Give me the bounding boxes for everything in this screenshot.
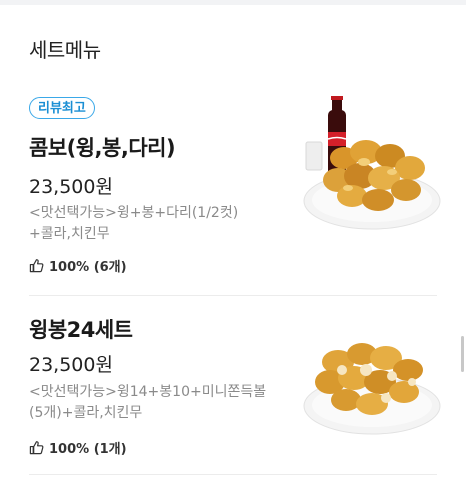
item-divider bbox=[29, 474, 437, 475]
description-line: +콜라,치킨무 bbox=[29, 226, 110, 242]
section-title: 세트메뉴 bbox=[29, 38, 101, 62]
like-rating: 100% (1개) bbox=[29, 438, 127, 457]
like-rating-text: 100% (1개) bbox=[49, 442, 127, 457]
like-rating-text: 100% (6개) bbox=[49, 260, 127, 275]
description-line: (5개)+콜라,치킨무 bbox=[29, 405, 143, 421]
description-line: <맛선택가능>윙14+봉10+미니쫀득볼 bbox=[29, 384, 267, 400]
menu-item-description: <맛선택가능>윙14+봉10+미니쫀득볼 (5개)+콜라,치킨무 bbox=[29, 382, 294, 424]
menu-item-price: 23,500원 bbox=[29, 176, 113, 198]
like-rating: 100% (6개) bbox=[29, 256, 127, 275]
fried-chicken-wings-image bbox=[302, 318, 442, 442]
menu-item-name: 콤보(윙,봉,다리) bbox=[29, 136, 176, 160]
menu-item-description: <맛선택가능>윙+봉+다리(1/2컷) +콜라,치킨무 bbox=[29, 203, 294, 245]
review-best-badge: 리뷰최고 bbox=[29, 97, 95, 119]
thumbs-up-icon bbox=[29, 258, 44, 273]
item-divider bbox=[29, 295, 437, 296]
thumbs-up-icon bbox=[29, 440, 44, 455]
menu-item-wingbong24[interactable]: 윙봉24세트 23,500원 <맛선택가능>윙14+봉10+미니쫀득볼 (5개)… bbox=[0, 298, 466, 473]
menu-item-name: 윙봉24세트 bbox=[29, 318, 133, 342]
description-line: <맛선택가능>윙+봉+다리(1/2컷) bbox=[29, 205, 239, 221]
menu-item-combo[interactable]: 리뷰최고 콤보(윙,봉,다리) 23,500원 <맛선택가능>윙+봉+다리(1/… bbox=[0, 90, 466, 295]
scrollbar[interactable] bbox=[461, 336, 464, 372]
top-divider-strip bbox=[0, 0, 466, 5]
menu-item-price: 23,500원 bbox=[29, 354, 113, 376]
fried-chicken-with-cola-image bbox=[302, 96, 442, 240]
